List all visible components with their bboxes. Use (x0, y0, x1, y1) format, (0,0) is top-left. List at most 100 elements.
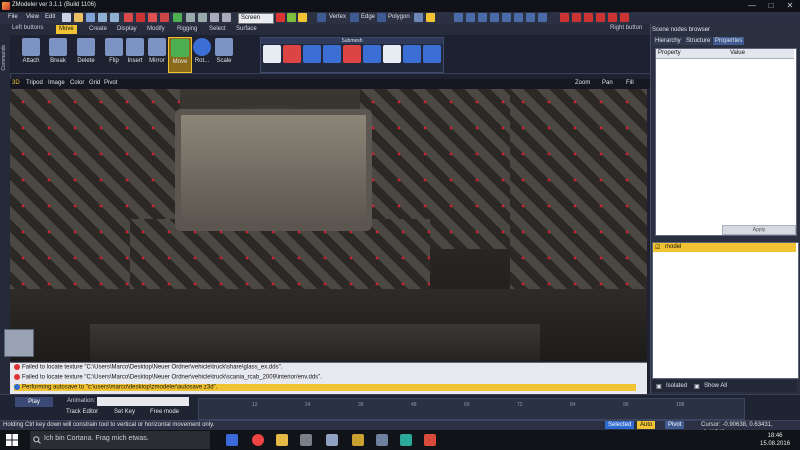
play-button[interactable]: Play (15, 397, 53, 407)
tool-icon[interactable] (160, 13, 169, 22)
viewport-menu-tripod[interactable]: Tripod (26, 80, 43, 86)
tool-icon[interactable] (426, 13, 435, 22)
menu-edit[interactable]: Edit (45, 14, 55, 20)
tab-select[interactable]: Select (206, 25, 229, 34)
submesh-tool-icon[interactable] (343, 45, 361, 63)
tool-icon[interactable] (173, 13, 182, 22)
new-icon[interactable] (62, 13, 71, 22)
viewport-pan[interactable]: Pan (602, 80, 613, 86)
apply-button[interactable]: Apply (722, 225, 796, 235)
vertex-mode[interactable]: Vertex (329, 14, 346, 20)
tool-icon[interactable] (490, 13, 499, 22)
tool-icon[interactable] (466, 13, 475, 22)
flip-button[interactable]: Flip (103, 37, 125, 71)
undo-icon[interactable] (98, 13, 107, 22)
app-icon[interactable] (376, 434, 388, 446)
x-axis-icon[interactable] (276, 13, 285, 22)
tool-icon[interactable] (148, 13, 157, 22)
timeline-ruler[interactable] (198, 398, 745, 420)
3d-viewport[interactable] (10, 89, 647, 361)
cortana-search[interactable]: Ich bin Cortana. Frag mich etwas. (30, 431, 210, 449)
viewport-zoom[interactable]: Zoom (575, 80, 590, 86)
submesh-tool-icon[interactable] (323, 45, 341, 63)
free-mode-button[interactable]: Free mode (150, 409, 179, 415)
tool-icon[interactable] (572, 13, 581, 22)
z-axis-icon[interactable] (298, 13, 307, 22)
chrome-icon[interactable] (252, 434, 264, 446)
viewport-menu-image[interactable]: Image (48, 80, 65, 86)
tool-icon[interactable] (210, 13, 219, 22)
open-icon[interactable] (74, 13, 83, 22)
tool-icon[interactable] (478, 13, 487, 22)
move-button[interactable]: Move (168, 37, 192, 73)
tool-icon[interactable] (526, 13, 535, 22)
wow-icon[interactable] (352, 434, 364, 446)
zmodeler-icon[interactable] (424, 434, 436, 446)
edge-icon[interactable] (350, 13, 359, 22)
edge-browser-icon[interactable] (226, 434, 238, 446)
auto-button[interactable]: Auto (637, 421, 656, 429)
app-icon[interactable] (400, 434, 412, 446)
insert-button[interactable]: Insert (124, 37, 146, 71)
close-icon[interactable]: ✕ (781, 1, 799, 11)
tool-icon[interactable] (560, 13, 569, 22)
clock[interactable]: 18:46 15.08.2016 (760, 432, 790, 448)
minimize-icon[interactable]: — (743, 1, 761, 11)
tab-display[interactable]: Display (114, 25, 140, 34)
delete-button[interactable]: Delete (75, 37, 97, 71)
scale-button[interactable]: Scale (213, 37, 235, 71)
attach-button[interactable]: Attach (20, 37, 42, 71)
show-all-button[interactable]: Show All (704, 383, 727, 389)
tab-create[interactable]: Create (86, 25, 110, 34)
polygon-icon[interactable] (377, 13, 386, 22)
save-icon[interactable] (86, 13, 95, 22)
tab-properties[interactable]: Properties (713, 37, 745, 45)
tool-icon[interactable] (136, 13, 145, 22)
y-axis-icon[interactable] (287, 13, 296, 22)
windows-start-icon[interactable] (6, 434, 18, 446)
submesh-tool-icon[interactable] (263, 45, 281, 63)
screen-mode-select[interactable]: Screen (238, 13, 274, 24)
tool-icon[interactable] (124, 13, 133, 22)
tool-icon[interactable] (502, 13, 511, 22)
app-icon[interactable] (326, 434, 338, 446)
tool-icon[interactable] (414, 13, 423, 22)
break-button[interactable]: Break (47, 37, 69, 71)
track-editor-button[interactable]: Track Editor (66, 409, 98, 415)
animation-select[interactable] (97, 397, 189, 406)
tab-structure[interactable]: Structure (684, 37, 713, 45)
redo-icon[interactable] (110, 13, 119, 22)
tool-icon[interactable] (198, 13, 207, 22)
tab-rigging[interactable]: Rigging (174, 25, 200, 34)
polygon-mode[interactable]: Polygon (388, 14, 410, 20)
tab-modify[interactable]: Modify (144, 25, 168, 34)
vertex-icon[interactable] (317, 13, 326, 22)
tool-icon[interactable] (538, 13, 547, 22)
submesh-tool-icon[interactable] (403, 45, 421, 63)
tab-hierarchy[interactable]: Hierarchy (653, 37, 683, 45)
tool-icon[interactable] (186, 13, 195, 22)
tool-icon[interactable] (596, 13, 605, 22)
isolated-button[interactable]: Isolated (666, 383, 687, 389)
file-explorer-icon[interactable] (276, 434, 288, 446)
edge-mode[interactable]: Edge (361, 14, 375, 20)
tree-item[interactable]: ☑ model (653, 243, 796, 252)
tool-icon[interactable] (584, 13, 593, 22)
checkbox-icon[interactable]: ☑ (655, 244, 660, 251)
mirror-button[interactable]: Mirror (146, 37, 168, 71)
commands-label[interactable]: Commands (1, 45, 7, 71)
tool-icon[interactable] (620, 13, 629, 22)
viewport-menu-pivot[interactable]: Pivot (104, 80, 117, 86)
tab-surface[interactable]: Surface (233, 25, 260, 34)
viewport-thumbnail[interactable] (4, 329, 34, 357)
tool-icon[interactable] (454, 13, 463, 22)
submesh-tool-icon[interactable] (303, 45, 321, 63)
tab-move[interactable]: Move (56, 25, 77, 34)
viewport-fill[interactable]: Fill (626, 80, 634, 86)
menu-view[interactable]: View (26, 14, 39, 20)
pivot-button[interactable]: Pivot (665, 421, 685, 429)
submesh-tool-icon[interactable] (423, 45, 441, 63)
rotate-button[interactable]: Rot... (191, 37, 213, 71)
maximize-icon[interactable]: □ (762, 1, 780, 11)
submesh-tool-icon[interactable] (383, 45, 401, 63)
